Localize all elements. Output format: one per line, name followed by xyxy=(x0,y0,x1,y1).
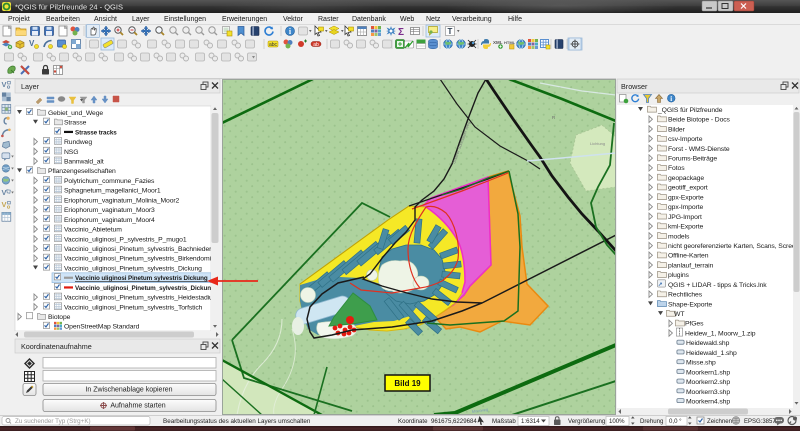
svg-text:Heidew_1, Moorw_1.zip: Heidew_1, Moorw_1.zip xyxy=(685,330,756,337)
svg-text:Beide Biotope - Docs: Beide Biotope - Docs xyxy=(668,117,731,124)
svg-text:Maßstab: Maßstab xyxy=(492,418,516,425)
svg-text:Web: Web xyxy=(400,16,414,23)
svg-text:Vaccinio uliginosi Pinetum syl: Vaccinio uliginosi Pinetum sylvestris Di… xyxy=(75,275,208,282)
svg-text:csv-Importe: csv-Importe xyxy=(668,136,703,143)
svg-text:Moorkern3.shp: Moorkern3.shp xyxy=(686,389,730,396)
svg-text:Forums-Beiträge: Forums-Beiträge xyxy=(668,156,717,163)
svg-text:Eriophorum_vaginatum_Moor4: Eriophorum_vaginatum_Moor4 xyxy=(64,217,155,224)
svg-text:gpx-Exporte: gpx-Exporte xyxy=(668,194,704,201)
svg-text:NSG: NSG xyxy=(64,149,78,156)
svg-text:Gebiet_und_Wege: Gebiet_und_Wege xyxy=(48,110,103,117)
svg-text:gpx-Importe: gpx-Importe xyxy=(668,204,703,211)
svg-text:Offline-Karten: Offline-Karten xyxy=(668,253,709,260)
svg-text:Forst - WMS-Dienste: Forst - WMS-Dienste xyxy=(668,146,730,153)
svg-text:Strasse tracks: Strasse tracks xyxy=(75,129,117,136)
svg-text:kml-Exporte: kml-Exporte xyxy=(668,224,703,231)
svg-text:Shape-Exporte: Shape-Exporte xyxy=(668,301,712,308)
svg-text:Lichtung: Lichtung xyxy=(590,141,605,146)
svg-text:Aufnahme starten: Aufnahme starten xyxy=(110,403,165,410)
svg-text:Heidewald.shp: Heidewald.shp xyxy=(686,340,730,347)
svg-text:Rundweg: Rundweg xyxy=(64,139,92,146)
svg-text:planlauf_terrain: planlauf_terrain xyxy=(668,262,714,269)
svg-text:Layer: Layer xyxy=(21,82,40,91)
svg-text:Fotos: Fotos xyxy=(668,165,685,172)
svg-text:*QGIS für Pilzfreunde 24 - QGI: *QGIS für Pilzfreunde 24 - QGIS xyxy=(15,3,123,12)
svg-text:Koordinatenaufnahme: Koordinatenaufnahme xyxy=(21,342,92,351)
svg-text:Misse.shp: Misse.shp xyxy=(686,360,716,367)
svg-text:100%: 100% xyxy=(609,418,625,425)
svg-text:JPG-Import: JPG-Import xyxy=(668,214,702,221)
svg-text:Bannwald_alt: Bannwald_alt xyxy=(64,159,104,166)
svg-text:Bild 19: Bild 19 xyxy=(394,379,421,388)
svg-text:Verarbeitung: Verarbeitung xyxy=(452,16,492,23)
svg-text:Rechtliches: Rechtliches xyxy=(668,292,703,299)
svg-text:Moorkern1.shp: Moorkern1.shp xyxy=(686,369,730,376)
svg-text:OpenStreetMap Standard: OpenStreetMap Standard xyxy=(64,324,140,331)
svg-text:Ansicht: Ansicht xyxy=(94,16,117,23)
svg-text:models: models xyxy=(668,233,690,240)
svg-text:Moorkern4.shp: Moorkern4.shp xyxy=(686,399,730,406)
svg-text:Drehung: Drehung xyxy=(640,418,663,425)
svg-text:Raster: Raster xyxy=(318,16,339,23)
svg-text:Einstellungen: Einstellungen xyxy=(164,16,206,23)
svg-text:_QGIS für Pilzfreunde: _QGIS für Pilzfreunde xyxy=(657,107,723,114)
svg-text:Bilder: Bilder xyxy=(668,126,686,133)
svg-text:Vaccinio_uliginosi_Pinetum_syl: Vaccinio_uliginosi_Pinetum_sylvestris_Ba… xyxy=(64,246,223,253)
svg-text:Bearbeitungsstatus des aktuell: Bearbeitungsstatus des aktuellen Layers … xyxy=(163,418,311,425)
svg-text:Vaccinio_uliginosi_Pinetum_syl: Vaccinio_uliginosi_Pinetum_sylvestris_He… xyxy=(64,295,219,302)
svg-text:Eriophorum_vaginatum_Moor3: Eriophorum_vaginatum_Moor3 xyxy=(64,207,155,214)
svg-text:Koordinate: Koordinate xyxy=(398,418,428,425)
svg-text:Vaccinio_uliginosi_P_sylvestri: Vaccinio_uliginosi_P_sylvestris_P_mugo1 xyxy=(64,236,187,243)
svg-text:Vaccinio_uliginosi_Pinetum_syl: Vaccinio_uliginosi_Pinetum_sylvestris_Di… xyxy=(64,265,202,272)
svg-text:Layer: Layer xyxy=(132,16,150,23)
svg-text:nicht georeferenzierte Karten,: nicht georeferenzierte Karten, Scans, Sc… xyxy=(668,243,800,250)
svg-text:Moorkern2.shp: Moorkern2.shp xyxy=(686,379,730,386)
svg-text:Vaccinio_uliginosi_Pinetum_syl: Vaccinio_uliginosi_Pinetum_sylvestris_Bi… xyxy=(64,256,226,263)
svg-text:Zeichnen: Zeichnen xyxy=(707,418,732,425)
svg-text:Datenbank: Datenbank xyxy=(352,16,386,23)
svg-text:0,0 °: 0,0 ° xyxy=(669,418,682,425)
svg-text:Netz: Netz xyxy=(426,16,441,23)
svg-text:Eriophorum_vaginatum_Molinia_M: Eriophorum_vaginatum_Molinia_Moor2 xyxy=(64,197,180,204)
svg-text:Biotope: Biotope xyxy=(48,314,71,321)
svg-text:Polytrichum_commune_Fazies: Polytrichum_commune_Fazies xyxy=(64,178,155,185)
svg-text:In Zwischenablage kopieren: In Zwischenablage kopieren xyxy=(85,387,172,394)
svg-text:961675,6229684: 961675,6229684 xyxy=(431,418,477,425)
svg-text:Bearbeiten: Bearbeiten xyxy=(46,16,80,23)
svg-text:Erweiterungen: Erweiterungen xyxy=(222,16,267,23)
svg-text:Strasse: Strasse xyxy=(64,120,87,127)
svg-text:plugins: plugins xyxy=(668,272,690,279)
svg-text:Vaccinio_uliginosi_Pinetum_syl: Vaccinio_uliginosi_Pinetum_sylvestris_To… xyxy=(64,304,203,311)
svg-text:Pflanzengesellschaften: Pflanzengesellschaften xyxy=(48,168,116,175)
svg-text:geopackage: geopackage xyxy=(668,175,704,182)
svg-text:Hilfe: Hilfe xyxy=(508,16,522,23)
svg-text:Projekt: Projekt xyxy=(8,16,30,23)
svg-text:geotiff_export: geotiff_export xyxy=(668,185,708,192)
svg-text:Vaccinio_Abietetum: Vaccinio_Abietetum xyxy=(64,227,122,234)
svg-text:Vektor: Vektor xyxy=(283,16,304,23)
svg-text:Vergrößerung: Vergrößerung xyxy=(568,418,605,425)
svg-text:PfGes: PfGes xyxy=(685,321,704,328)
svg-text:Vaccinio_uliginosi_Pinetum_syl: Vaccinio_uliginosi_Pinetum_sylvestris_Di… xyxy=(75,285,215,292)
svg-text:EPSG:3857: EPSG:3857 xyxy=(744,419,776,425)
svg-text:Heidewald_1.shp: Heidewald_1.shp xyxy=(686,350,737,357)
svg-text:Browser: Browser xyxy=(621,82,648,91)
svg-text:Sphagnetum_magellanici_Moor1: Sphagnetum_magellanici_Moor1 xyxy=(64,188,161,195)
svg-text:1:6314: 1:6314 xyxy=(521,418,540,425)
svg-text:QGIS + LIDAR - tipps & Tricks.: QGIS + LIDAR - tipps & Tricks.lnk xyxy=(668,282,767,289)
svg-text:WT: WT xyxy=(674,311,684,318)
svg-text:Zu suchender Typ (Strg+K): Zu suchender Typ (Strg+K) xyxy=(15,418,91,425)
